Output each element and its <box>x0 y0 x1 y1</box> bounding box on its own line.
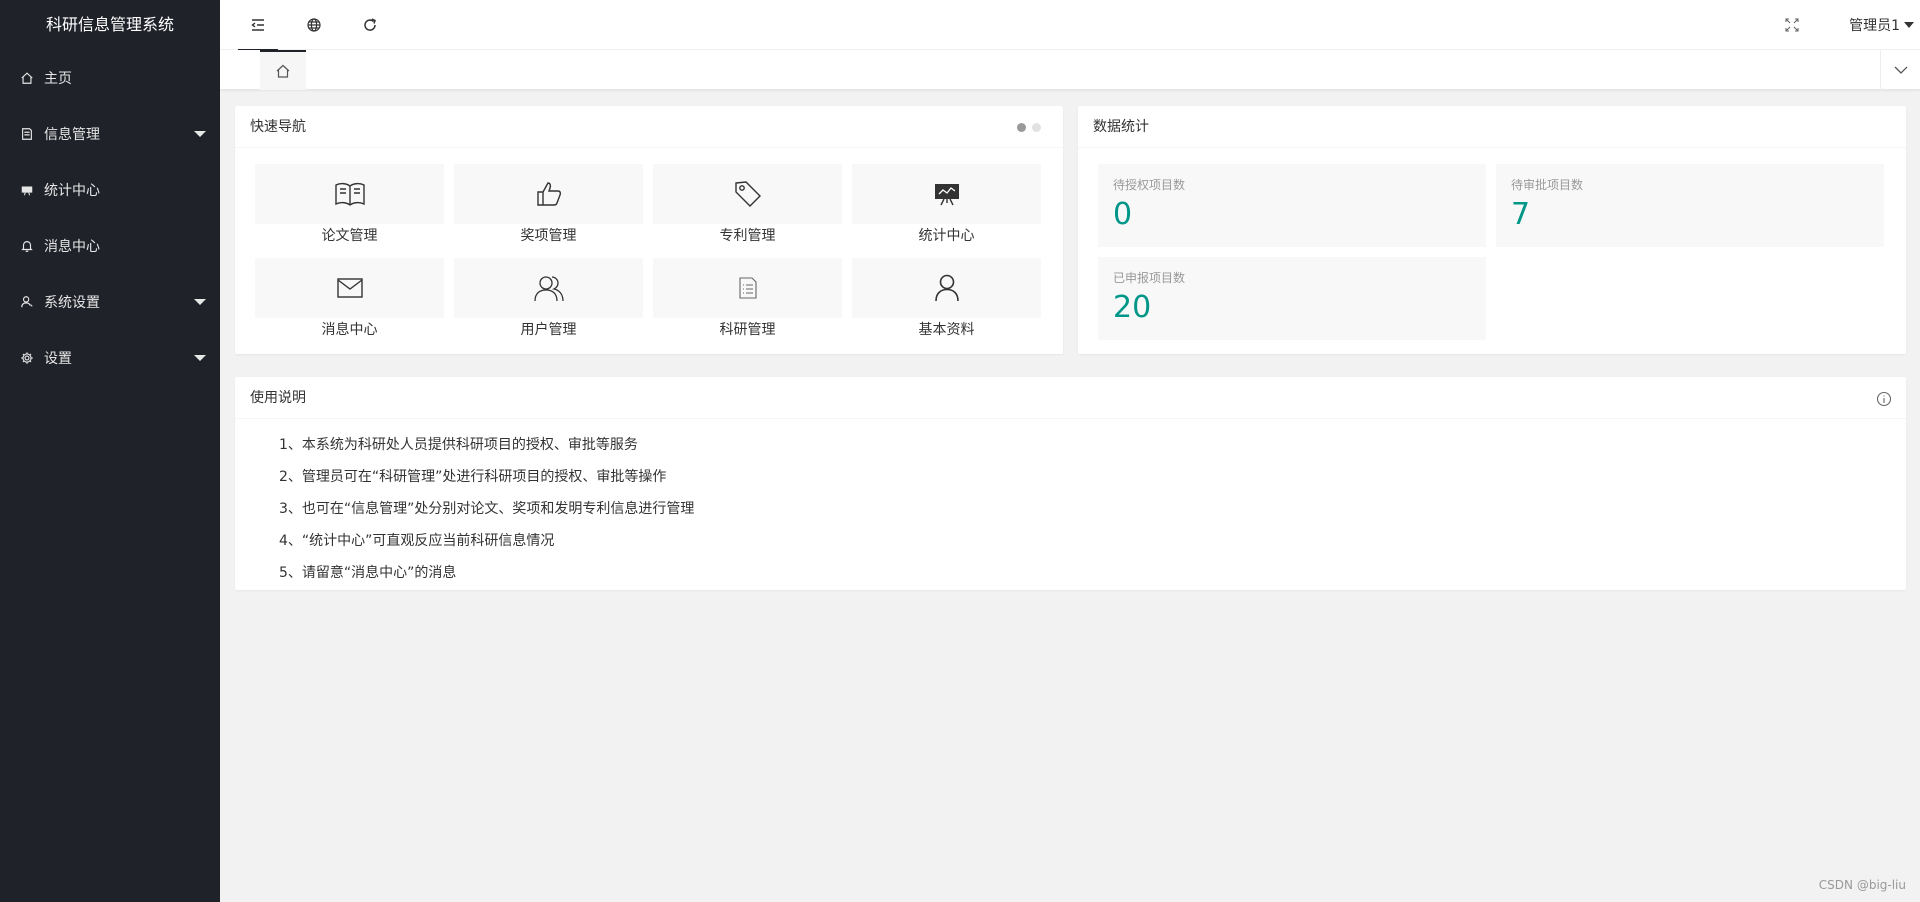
chevron-down-icon <box>1904 22 1914 28</box>
user-icon <box>934 274 959 302</box>
user-menu[interactable]: 管理员1 <box>1849 0 1914 50</box>
stat-submitted[interactable]: 已申报项目数 20 <box>1098 257 1486 340</box>
sidebar-item-label: 消息中心 <box>44 239 100 255</box>
usage-header: 使用说明 <box>235 377 1906 419</box>
carousel-dot-2[interactable] <box>1032 123 1041 132</box>
quick-nav-label: 基本资料 <box>918 322 975 338</box>
carousel-dot-1[interactable] <box>1017 123 1026 132</box>
sidebar-item-label: 设置 <box>44 351 72 367</box>
fullscreen-icon <box>1785 18 1799 32</box>
stat-value: 7 <box>1511 197 1531 232</box>
card-title: 使用说明 <box>250 390 306 406</box>
book-icon <box>334 182 365 206</box>
stats-icon <box>21 186 33 196</box>
list-item: 4、“统计中心”可直观反应当前科研信息情况 <box>279 533 555 549</box>
chevron-down-icon <box>1894 66 1907 74</box>
quick-nav-item-users[interactable]: 用户管理 <box>454 258 643 342</box>
card-title: 数据统计 <box>1093 119 1149 135</box>
menu-fold-icon <box>251 19 264 31</box>
tab-bar <box>220 50 1920 90</box>
chevron-down-icon <box>194 131 206 137</box>
note-icon <box>22 128 32 140</box>
usage-card: 使用说明 1、本系统为科研处人员提供科研项目的授权、审批等服务 2、管理员可在“… <box>235 377 1906 590</box>
tab-more-button[interactable] <box>1880 50 1920 90</box>
refresh-button[interactable] <box>342 0 398 50</box>
quick-nav-card: 快速导航 论文管理 奖项管理 专利管理 统计中心 消息中心 用户管理 科研管理 … <box>235 106 1063 354</box>
quick-nav-label: 统计中心 <box>918 228 975 244</box>
quick-nav-grid: 论文管理 奖项管理 专利管理 统计中心 消息中心 用户管理 科研管理 基本资料 <box>255 164 1043 342</box>
bell-icon <box>21 241 33 252</box>
sidebar-item-message-center[interactable]: 消息中心 <box>0 218 220 274</box>
quick-nav-item-patents[interactable]: 专利管理 <box>653 164 842 248</box>
presentation-chart-icon <box>934 184 959 206</box>
mail-icon <box>336 278 363 298</box>
tag-icon <box>734 181 761 207</box>
list-document-icon <box>738 277 757 299</box>
top-header: 管理员1 <box>220 0 1920 51</box>
quick-nav-header: 快速导航 <box>235 106 1063 148</box>
quick-nav-label: 用户管理 <box>520 322 577 338</box>
chevron-down-icon <box>194 299 206 305</box>
fullscreen-button[interactable] <box>1772 0 1812 50</box>
quick-nav-label: 奖项管理 <box>520 228 577 244</box>
refresh-icon <box>364 18 376 31</box>
quick-nav-item-research[interactable]: 科研管理 <box>653 258 842 342</box>
list-item: 1、本系统为科研处人员提供科研项目的授权、审批等服务 <box>279 437 638 453</box>
tab-home[interactable] <box>260 50 306 90</box>
stat-label: 待审批项目数 <box>1511 178 1584 192</box>
app-title[interactable]: 科研信息管理系统 <box>0 0 220 50</box>
sidebar-item-label: 统计中心 <box>44 183 100 199</box>
sidebar-item-home[interactable]: 主页 <box>0 50 220 106</box>
sidebar-item-info-management[interactable]: 信息管理 <box>0 106 220 162</box>
sidebar-item-stats-center[interactable]: 统计中心 <box>0 162 220 218</box>
user-settings-icon <box>21 296 33 308</box>
stats-header: 数据统计 <box>1078 106 1906 148</box>
list-item: 3、也可在“信息管理”处分别对论文、奖项和发明专利信息进行管理 <box>279 501 695 517</box>
info-icon[interactable] <box>1876 391 1892 407</box>
thumbs-up-icon <box>536 182 561 206</box>
stat-pending-authorization[interactable]: 待授权项目数 0 <box>1098 164 1486 247</box>
quick-nav-item-papers[interactable]: 论文管理 <box>255 164 444 248</box>
sidebar-item-label: 主页 <box>44 71 72 87</box>
menu-toggle-button[interactable] <box>230 0 286 51</box>
stat-value: 20 <box>1113 290 1152 325</box>
watermark: CSDN @big-liu <box>1818 878 1906 892</box>
home-icon <box>276 64 290 78</box>
sidebar-item-system-settings[interactable]: 系统设置 <box>0 274 220 330</box>
quick-nav-label: 论文管理 <box>321 228 378 244</box>
quick-nav-item-profile[interactable]: 基本资料 <box>852 258 1041 342</box>
sidebar-item-label: 系统设置 <box>44 295 100 311</box>
list-item: 2、管理员可在“科研管理”处进行科研项目的授权、审批等操作 <box>279 469 667 485</box>
list-item: 5、请留意“消息中心”的消息 <box>279 565 457 581</box>
stat-value: 0 <box>1113 197 1133 232</box>
quick-nav-label: 消息中心 <box>321 322 378 338</box>
users-icon <box>533 276 564 302</box>
stat-pending-approval[interactable]: 待审批项目数 7 <box>1496 164 1884 247</box>
user-name: 管理员1 <box>1849 18 1900 34</box>
sidebar-item-settings[interactable]: 设置 <box>0 330 220 386</box>
card-title: 快速导航 <box>250 119 306 135</box>
quick-nav-item-message-center[interactable]: 消息中心 <box>255 258 444 342</box>
quick-nav-label: 专利管理 <box>719 228 776 244</box>
stat-label: 待授权项目数 <box>1113 178 1186 192</box>
sidebar-item-label: 信息管理 <box>44 127 100 143</box>
stats-card: 数据统计 待授权项目数 0 待审批项目数 7 已申报项目数 20 <box>1078 106 1906 354</box>
carousel-indicator <box>1017 123 1041 132</box>
quick-nav-label: 科研管理 <box>719 322 776 338</box>
quick-nav-item-awards[interactable]: 奖项管理 <box>454 164 643 248</box>
website-button[interactable] <box>286 0 342 50</box>
globe-icon <box>307 18 321 32</box>
chevron-down-icon <box>194 355 206 361</box>
home-icon <box>21 72 33 84</box>
stats-grid: 待授权项目数 0 待审批项目数 7 已申报项目数 20 <box>1098 164 1906 340</box>
quick-nav-item-stats-center[interactable]: 统计中心 <box>852 164 1041 248</box>
gear-icon <box>21 352 33 364</box>
stat-label: 已申报项目数 <box>1113 271 1186 285</box>
usage-list: 1、本系统为科研处人员提供科研项目的授权、审批等服务 2、管理员可在“科研管理”… <box>235 419 1906 589</box>
sidebar: 科研信息管理系统 主页 信息管理 统计中心 消息中心 系统设置 设置 <box>0 0 220 902</box>
